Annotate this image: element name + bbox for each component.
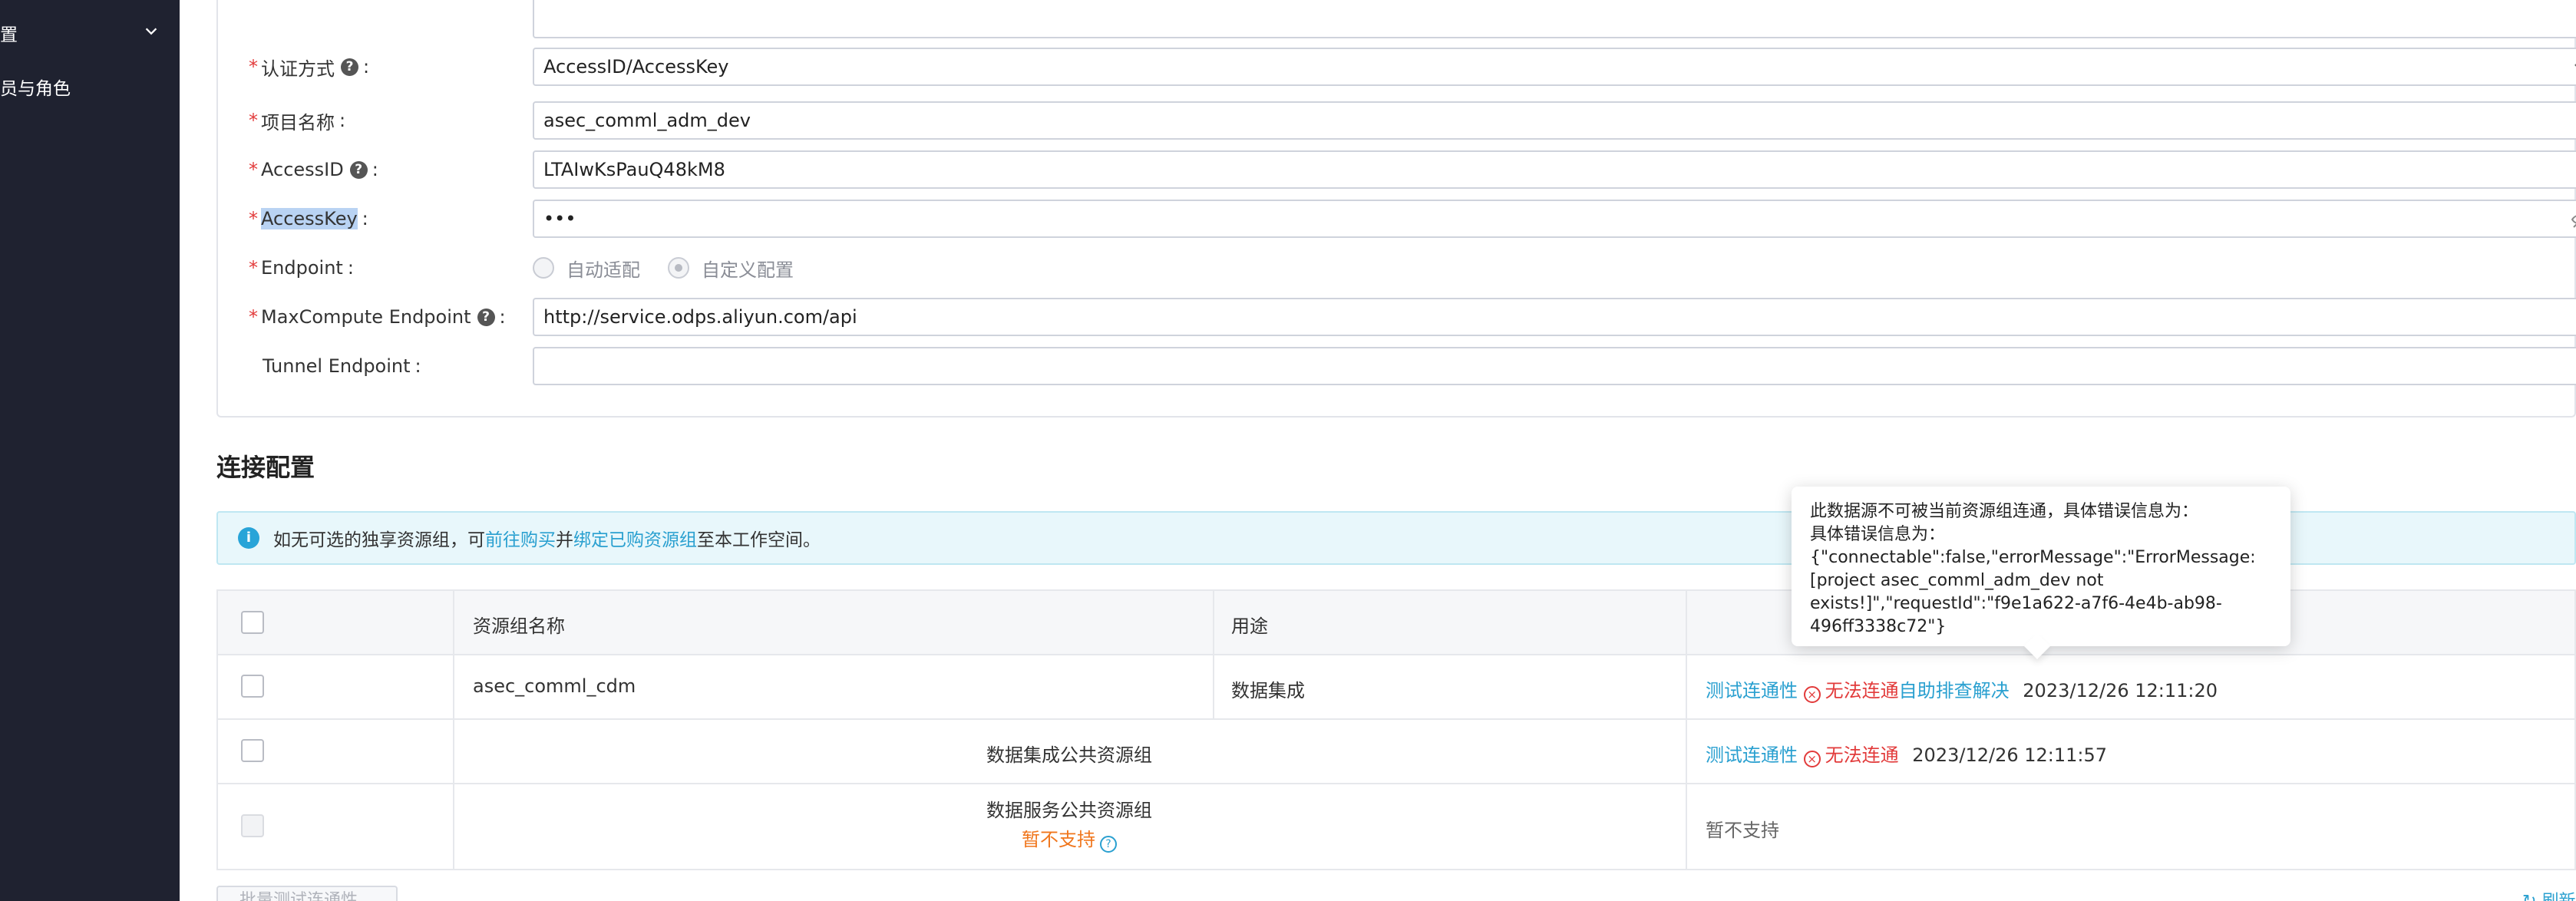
status-badge: 无法连通: [1825, 744, 1899, 766]
sidebar-item-label: 员与角色: [0, 79, 71, 99]
help-icon[interactable]: ?: [341, 58, 358, 76]
column-header-usage: 用途: [1231, 616, 1268, 637]
sidebar-item-label: 置: [0, 25, 18, 45]
section-title: 连接配置: [216, 453, 315, 482]
main-content: * 认证方式 ? : AccessID/AccessKey * 项目名称 : a…: [180, 0, 2576, 901]
accessid-input[interactable]: LTAIwKsPauQ48kM8: [533, 150, 2576, 189]
buy-link[interactable]: 前往购买: [485, 525, 556, 551]
info-icon: i: [238, 527, 259, 549]
refresh-icon: ↻: [2522, 892, 2536, 901]
radio-circle[interactable]: [668, 257, 689, 279]
row-checkbox[interactable]: [241, 675, 264, 698]
project-name-input[interactable]: asec_comml_adm_dev: [533, 101, 2576, 140]
endpoint-label: * Endpoint :: [249, 257, 354, 279]
tunnel-endpoint-input[interactable]: [533, 347, 2576, 385]
endpoint-radio-group: 自动适配 自定义配置: [533, 249, 821, 287]
project-label: * 项目名称 :: [249, 110, 346, 134]
chevron-down-icon[interactable]: [143, 23, 160, 40]
error-circle-icon: ×: [1803, 751, 1821, 767]
status-badge: 无法连通: [1825, 680, 1899, 701]
error-circle-icon: ×: [1803, 686, 1821, 703]
auth-label: * 认证方式 ? :: [249, 56, 370, 80]
required-mark: *: [249, 159, 258, 180]
column-header-name: 资源组名称: [473, 616, 565, 637]
batch-test-button[interactable]: 批量测试连通性: [216, 886, 398, 901]
sidebar-item-members-roles[interactable]: 员与角色: [0, 74, 71, 100]
connectivity-cell: 测试连通性 × 无法连通自助排查解决 2023/12/26 12:11:20: [1706, 680, 2218, 703]
datasource-form: * 认证方式 ? : AccessID/AccessKey * 项目名称 : a…: [216, 0, 2576, 417]
radio-circle[interactable]: [533, 257, 554, 279]
table-row: 数据服务公共资源组 暂不支持? 暂不支持: [216, 784, 2576, 870]
accessid-label: * AccessID ? :: [249, 159, 378, 180]
mc-endpoint-label: * MaxCompute Endpoint ? :: [249, 306, 506, 328]
table-row: asec_comml_cdm 数据集成 测试连通性 × 无法连通自助排查解决 20…: [216, 655, 2576, 720]
description-field[interactable]: [533, 0, 2576, 38]
bind-resource-link[interactable]: 绑定已购资源组: [573, 525, 697, 551]
self-help-link[interactable]: 自助排查解决: [1899, 680, 2010, 701]
accesskey-input[interactable]: •••: [533, 200, 2576, 238]
required-mark: *: [249, 208, 258, 229]
required-mark: *: [249, 257, 258, 279]
endpoint-custom-radio[interactable]: 自定义配置: [668, 255, 794, 282]
table-row: 数据集成公共资源组 测试连通性 × 无法连通 2023/12/26 12:11:5…: [216, 720, 2576, 784]
required-mark: *: [249, 110, 258, 131]
row-checkbox[interactable]: [241, 739, 264, 762]
required-mark: *: [249, 56, 258, 78]
unsupported-note: 暂不支持: [1022, 829, 1095, 850]
accesskey-label: * AccessKey :: [249, 208, 368, 229]
refresh-link[interactable]: ↻ 刷新: [2522, 887, 2575, 901]
help-icon[interactable]: ?: [477, 308, 495, 326]
test-connectivity-link[interactable]: 测试连通性: [1706, 680, 1798, 701]
eye-off-icon[interactable]: [2570, 209, 2576, 230]
select-all-checkbox[interactable]: [241, 611, 264, 634]
status-text: 暂不支持: [1706, 820, 1779, 841]
auth-select[interactable]: AccessID/AccessKey: [533, 48, 2576, 86]
row-checkbox: [241, 814, 264, 837]
help-icon[interactable]: ?: [349, 160, 368, 179]
test-connectivity-link[interactable]: 测试连通性: [1706, 744, 1798, 766]
sidebar-item-settings[interactable]: 置: [0, 20, 18, 46]
question-circle-icon[interactable]: ?: [1100, 836, 1117, 853]
tunnel-endpoint-label: Tunnel Endpoint :: [263, 355, 421, 377]
error-tooltip: 此数据源不可被当前资源组连通，具体错误信息为： 具体错误信息为： {"conne…: [1792, 487, 2290, 659]
sidebar: 置 员与角色: [0, 0, 180, 901]
chevron-down-icon[interactable]: [2571, 58, 2576, 77]
connectivity-cell: 测试连通性 × 无法连通 2023/12/26 12:11:57: [1706, 744, 2108, 767]
required-mark: *: [249, 306, 258, 328]
mc-endpoint-input[interactable]: http://service.odps.aliyun.com/api: [533, 298, 2576, 336]
endpoint-auto-radio[interactable]: 自动适配: [533, 255, 640, 282]
